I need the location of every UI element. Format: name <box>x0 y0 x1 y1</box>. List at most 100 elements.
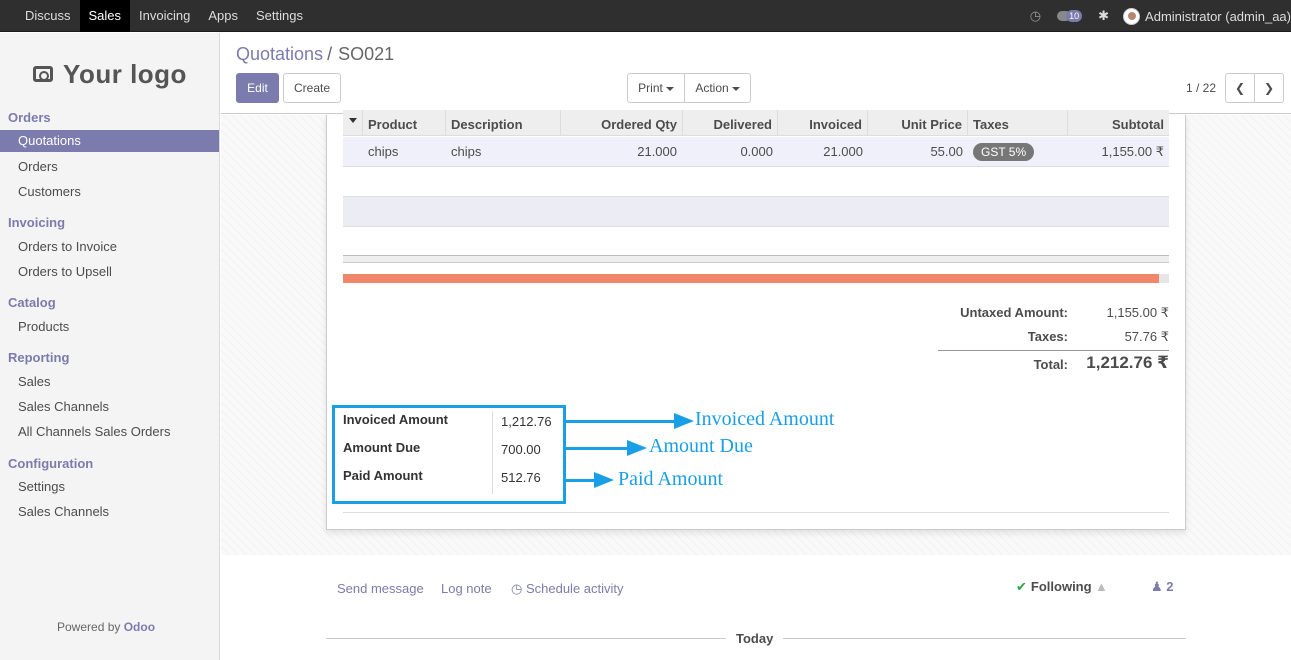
create-button[interactable]: Create <box>283 73 341 103</box>
annotation-arrow-shaft <box>566 447 630 450</box>
following-button[interactable]: ✔ Following <box>1016 579 1092 595</box>
cell-delivered: 0.000 <box>740 144 773 159</box>
breadcrumb-separator: / <box>327 44 333 64</box>
sidebar: Your logo <box>0 33 220 660</box>
progress-bar-remainder <box>1159 274 1169 283</box>
col-description[interactable]: Description <box>446 110 561 136</box>
sidebar-item-orders-to-invoice[interactable]: Orders to Invoice <box>0 236 219 258</box>
followers-button[interactable]: ♟ 2 <box>1151 579 1174 595</box>
col-invoiced[interactable]: Invoiced <box>778 110 868 136</box>
edit-button[interactable]: Edit <box>236 73 279 103</box>
sidebar-item-quotations[interactable]: Quotations <box>0 130 219 152</box>
caret-down-icon <box>349 118 357 123</box>
send-message-button[interactable]: Send message <box>337 581 424 596</box>
sidebar-item-all-channels-sales-orders[interactable]: All Channels Sales Orders <box>0 421 219 443</box>
bug-icon[interactable]: ✱ <box>1098 8 1109 24</box>
sidebar-item-products[interactable]: Products <box>0 316 219 338</box>
payment-summary-divider <box>492 411 493 494</box>
bell-icon[interactable]: ▲ <box>1095 579 1108 594</box>
user-icon: ♟ <box>1151 579 1163 594</box>
annotation-amount-due: Amount Due <box>649 435 753 457</box>
sidebar-item-settings[interactable]: Settings <box>0 476 219 498</box>
paid-amount-value: 512.76 <box>501 470 541 485</box>
pager-next-button[interactable]: ❯ <box>1254 73 1284 103</box>
paid-amount-label: Paid Amount <box>343 468 423 483</box>
sheet-divider <box>343 512 1169 513</box>
col-ordered-qty[interactable]: Ordered Qty <box>561 110 683 136</box>
breadcrumb-quotations[interactable]: Quotations <box>236 44 323 64</box>
col-unit-price[interactable]: Unit Price <box>868 110 968 136</box>
logo-text: Your logo <box>63 58 187 89</box>
chevron-right-icon: ❯ <box>1263 81 1275 95</box>
sidebar-item-orders-to-upsell[interactable]: Orders to Upsell <box>0 261 219 283</box>
sidebar-item-config-sales-channels[interactable]: Sales Channels <box>0 501 219 523</box>
menu-sales[interactable]: Sales <box>79 0 131 32</box>
sidebar-item-sales-channels[interactable]: Sales Channels <box>0 396 219 418</box>
cell-invoiced: 21.000 <box>823 144 863 159</box>
user-name: Administrator (admin_aa) <box>1145 8 1291 24</box>
menu-invoicing[interactable]: Invoicing <box>130 0 199 32</box>
arrow-right-icon <box>594 472 614 488</box>
schedule-activity-button[interactable]: ◷ Schedule activity <box>511 581 624 597</box>
sidebar-section-configuration: Configuration <box>8 456 94 471</box>
col-subtotal[interactable]: Subtotal <box>1068 110 1169 136</box>
amount-due-label: Amount Due <box>343 440 421 455</box>
print-label: Print <box>638 81 663 95</box>
clock-icon[interactable]: ◷ <box>1030 8 1041 24</box>
table-row[interactable]: chips chips 21.000 0.000 21.000 55.00 GS… <box>343 137 1169 167</box>
col-delivered[interactable]: Delivered <box>683 110 778 136</box>
action-dropdown[interactable]: Action <box>684 73 751 103</box>
arrow-right-icon <box>674 413 694 429</box>
print-dropdown[interactable]: Print <box>627 73 685 103</box>
total-label: Total: <box>1033 357 1068 372</box>
followers-count: 2 <box>1166 579 1174 594</box>
annotation-invoiced-amount: Invoiced Amount <box>695 408 835 430</box>
schedule-activity-label: Schedule activity <box>525 581 624 596</box>
caret-down-icon <box>665 86 674 91</box>
col-product[interactable]: Product <box>363 110 446 136</box>
powered-by: Powered by Odoo <box>57 620 155 634</box>
avatar <box>1123 7 1141 25</box>
cell-description: chips <box>451 144 482 159</box>
pager-previous-button[interactable]: ❮ <box>1225 73 1255 103</box>
menu-discuss[interactable]: Discuss <box>16 0 80 32</box>
table-footer <box>343 255 1169 263</box>
arrow-right-icon <box>627 440 647 456</box>
action-label: Action <box>695 81 729 95</box>
breadcrumb-current: SO021 <box>338 44 395 64</box>
log-note-button[interactable]: Log note <box>441 581 492 596</box>
menu-settings[interactable]: Settings <box>247 0 312 32</box>
cell-product: chips <box>368 144 399 159</box>
user-menu[interactable]: Administrator (admin_aa) <box>1123 7 1291 25</box>
sidebar-item-sales[interactable]: Sales <box>0 371 219 393</box>
chat-icon[interactable]: 10 <box>1057 10 1083 22</box>
pager-value[interactable]: 1 / 22 <box>1186 81 1216 95</box>
invoiced-amount-label: Invoiced Amount <box>343 412 448 427</box>
chevron-left-icon: ❮ <box>1234 81 1246 95</box>
annotation-paid-amount: Paid Amount <box>618 468 724 490</box>
app-menu: Discuss Sales Invoicing Apps Settings <box>16 0 312 32</box>
invoiced-amount-value: 1,212.76 <box>501 414 552 429</box>
clock-icon: ◷ <box>511 581 523 596</box>
sidebar-item-orders[interactable]: Orders <box>0 156 219 178</box>
sidebar-section-reporting: Reporting <box>8 350 70 365</box>
col-taxes[interactable]: Taxes <box>968 110 1068 136</box>
sort-toggle[interactable] <box>343 110 363 136</box>
top-navbar: Discuss Sales Invoicing Apps Settings ◷ … <box>0 0 1291 32</box>
cell-unit-price: 55.00 <box>930 144 963 159</box>
company-logo[interactable]: Your logo <box>20 45 200 103</box>
untaxed-amount-value: 1,155.00 ₹ <box>1106 305 1170 320</box>
order-lines-header: Product Description Ordered Qty Delivere… <box>343 110 1169 136</box>
sidebar-section-orders: Orders <box>8 110 51 125</box>
menu-apps[interactable]: Apps <box>199 0 247 32</box>
totals-divider <box>938 350 1169 351</box>
today-label: Today <box>726 631 784 646</box>
amount-due-value: 700.00 <box>501 442 541 457</box>
taxes-label: Taxes: <box>1027 329 1068 344</box>
untaxed-amount-label: Untaxed Amount: <box>960 305 1068 320</box>
sidebar-item-customers[interactable]: Customers <box>0 181 219 203</box>
cell-taxes: GST 5% <box>973 137 1035 167</box>
following-label: Following <box>1030 579 1092 594</box>
powered-by-brand[interactable]: Odoo <box>124 620 155 634</box>
powered-by-prefix: Powered by <box>57 620 121 634</box>
